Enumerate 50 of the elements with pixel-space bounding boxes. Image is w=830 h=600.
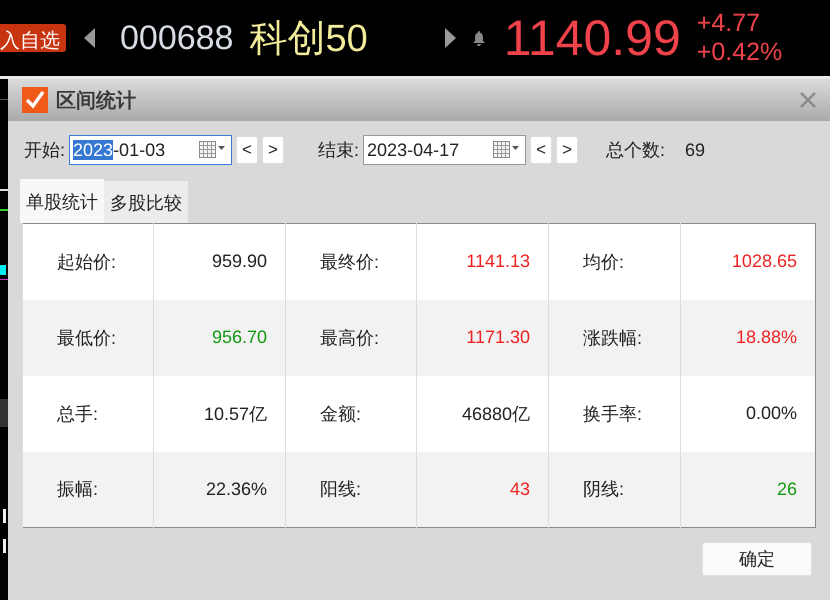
stat-value: 1171.30 [466,327,530,347]
stat-label: 振幅: [57,479,98,500]
calendar-icon[interactable] [493,141,520,159]
next-date-button[interactable]: > [556,136,578,164]
date-field[interactable]: 2023-04-17 [363,135,526,165]
field-label: 开始: [24,139,66,162]
stat-label: 涨跌幅: [583,328,642,348]
stat-label: 换手率: [583,404,642,424]
next-arrow-icon[interactable] [444,28,456,48]
dialog-title: 区间统计 [56,88,137,114]
stat-label: 最终价: [320,252,380,272]
stat-label: 起始价: [57,252,116,272]
checkmark-logo-icon [22,87,48,113]
stat-label: 金额: [320,404,362,424]
stat-value: 959.90 [212,251,267,272]
stock-name: 科创50 [249,16,368,62]
stock-code: 000688 [120,18,234,58]
stat-value: 18.88% [736,327,797,347]
previous-date-button[interactable]: < [236,136,258,164]
stat-label: 总手: [57,404,98,424]
stat-value: 0.00% [746,403,797,423]
date-field[interactable]: 2023-01-03 [69,135,232,165]
percent-change: +0.42% [696,38,782,67]
stat-label: 最高价: [320,328,380,348]
stat-value: 46880亿 [462,404,530,424]
stat-value: 1141.13 [466,251,530,272]
previous-date-button[interactable]: < [530,136,552,164]
field-label: 结束: [318,139,360,162]
ok-button[interactable]: 确定 [702,542,812,576]
add-watchlist-button[interactable]: 入自选 [0,24,66,52]
stat-label: 阴线: [583,479,624,500]
stat-value: 10.57亿 [204,404,267,424]
tab[interactable]: 多股比较 [104,181,188,223]
previous-arrow-icon[interactable] [84,28,96,48]
stat-value: 26 [776,478,797,499]
calendar-icon[interactable] [199,141,226,159]
stat-label: 均价: [583,252,624,272]
next-date-button[interactable]: > [262,136,284,164]
stat-label: 最低价: [57,328,116,348]
bell-icon[interactable] [472,30,486,46]
stat-value: 43 [510,478,530,499]
tab[interactable]: 单股统计 [20,179,104,223]
stat-value: 956.70 [212,327,267,347]
count-label: 总个数: [606,139,666,162]
stat-value: 22.36% [206,478,267,499]
price-change: +4.77 [696,9,762,38]
stat-label: 阳线: [320,479,362,500]
price-value: 1140.99 [504,9,681,67]
stat-value: 1028.65 [732,251,797,272]
count-value: 69 [685,140,706,160]
